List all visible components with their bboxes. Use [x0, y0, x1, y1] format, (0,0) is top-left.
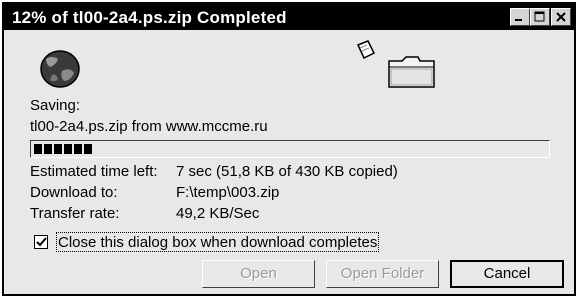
title-bar[interactable]: 12% of tl00-2a4.ps.zip Completed — [4, 4, 574, 30]
download-to-label: Download to: — [30, 184, 118, 201]
open-folder-button[interactable]: Open Folder — [326, 260, 439, 288]
progress-fill — [34, 144, 92, 154]
window-title: 12% of tl00-2a4.ps.zip Completed — [12, 8, 287, 27]
open-button[interactable]: Open — [202, 260, 315, 288]
close-when-done-checkbox[interactable] — [34, 235, 48, 249]
saving-source: tl00-2a4.ps.zip from www.mccme.ru — [30, 118, 268, 135]
cancel-button[interactable]: Cancel — [450, 260, 564, 288]
transfer-rate-label: Transfer rate: — [30, 205, 120, 222]
flying-page-icon — [356, 40, 376, 60]
minimize-icon — [515, 19, 522, 21]
progress-block — [34, 144, 42, 154]
transfer-rate-value: 49,2 KB/Sec — [176, 205, 260, 222]
checkmark-icon — [36, 237, 47, 247]
maximize-icon — [534, 11, 545, 22]
globe-icon — [40, 50, 80, 88]
folder-icon — [388, 56, 435, 88]
progress-block — [74, 144, 82, 154]
progress-block — [44, 144, 52, 154]
close-button[interactable] — [551, 8, 571, 26]
progress-block — [54, 144, 62, 154]
time-left-label: Estimated time left: — [30, 163, 158, 180]
maximize-button[interactable] — [530, 8, 550, 26]
download-dialog: 12% of tl00-2a4.ps.zip Completed Saving:… — [2, 2, 576, 296]
progress-block — [64, 144, 72, 154]
minimize-button[interactable] — [510, 8, 530, 26]
download-progress-bar — [30, 140, 550, 158]
close-when-done-label[interactable]: Close this dialog box when download comp… — [56, 232, 380, 252]
time-left-value: 7 sec (51,8 KB of 430 KB copied) — [176, 163, 398, 180]
saving-label: Saving: — [30, 97, 81, 114]
progress-block — [84, 144, 92, 154]
download-to-value: F:\temp\003.zip — [176, 184, 280, 201]
close-icon — [556, 12, 566, 22]
